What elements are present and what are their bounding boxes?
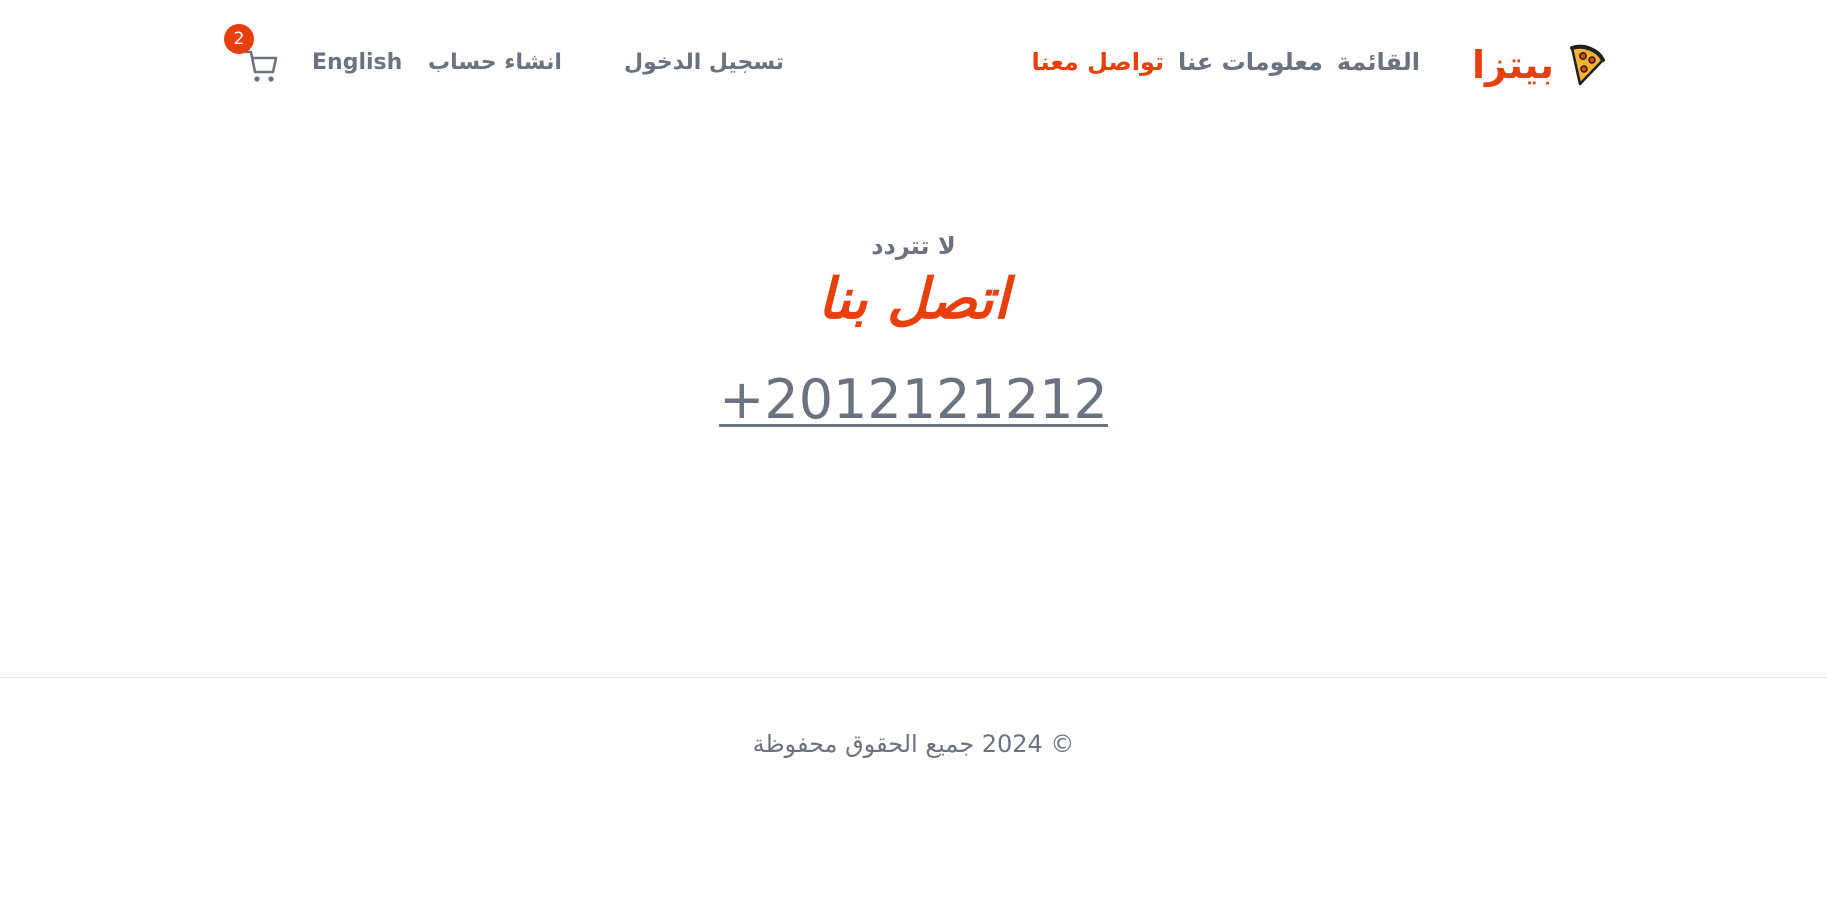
footer-divider bbox=[0, 677, 1827, 678]
page-title: اتصل بنا bbox=[817, 267, 1010, 332]
nav-item-contact[interactable]: تواصل معنا bbox=[1032, 48, 1164, 77]
main-nav: القائمة معلومات عنا تواصل معنا bbox=[1032, 48, 1420, 77]
cart-count-badge: 2 bbox=[224, 24, 254, 54]
page: بيتزا القائمة معلومات عنا تواصل معنا تسج… bbox=[0, 0, 1827, 898]
phone-number-link[interactable]: +2012121212 bbox=[719, 368, 1108, 433]
section-eyebrow: لا تتردد bbox=[871, 232, 956, 260]
pizza-slice-icon bbox=[1566, 42, 1606, 88]
contact-section: لا تتردد اتصل بنا +2012121212 bbox=[0, 132, 1827, 677]
logo-text: بيتزا bbox=[1472, 43, 1554, 87]
signup-link[interactable]: انشاء حساب bbox=[428, 50, 562, 76]
cart-button[interactable] bbox=[244, 48, 278, 84]
nav-item-about[interactable]: معلومات عنا bbox=[1178, 48, 1323, 77]
logo-link[interactable]: بيتزا bbox=[1472, 42, 1606, 88]
site-header: بيتزا القائمة معلومات عنا تواصل معنا تسج… bbox=[0, 0, 1827, 132]
login-link[interactable]: تسجيل الدخول bbox=[624, 50, 784, 76]
phone-container: +2012121212 bbox=[0, 368, 1827, 433]
cart-icon bbox=[244, 50, 278, 82]
nav-item-menu[interactable]: القائمة bbox=[1337, 48, 1420, 77]
language-switch-link[interactable]: English bbox=[312, 50, 402, 76]
copyright-text: © 2024 جميع الحقوق محفوظة bbox=[752, 730, 1075, 758]
